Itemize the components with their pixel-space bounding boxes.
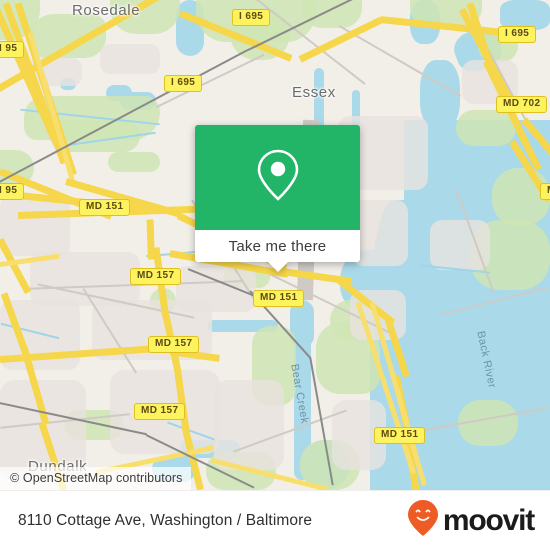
destination-callout-card[interactable]: Take me there xyxy=(195,125,360,272)
map-pin-icon xyxy=(254,147,302,208)
page-footer: 8110 Cottage Ave, Washington / Baltimore… xyxy=(0,490,550,550)
road-shield: MD 157 xyxy=(130,268,182,285)
road-shield: MD 151 xyxy=(253,290,305,307)
callout-action[interactable]: Take me there xyxy=(195,230,360,272)
road-shield: MD 702 xyxy=(496,96,548,113)
callout-pointer-tail xyxy=(266,261,289,272)
place-label: Rosedale xyxy=(72,2,141,19)
moovit-wordmark: moovit xyxy=(442,503,535,537)
road-shield: I 695 xyxy=(498,26,537,43)
road-shield: MD 151 xyxy=(79,199,131,216)
callout-header xyxy=(195,125,360,230)
moovit-pin-icon xyxy=(406,498,440,543)
callout-action-label: Take me there xyxy=(228,237,327,255)
road-shield: MD 157 xyxy=(134,403,186,420)
road-shield: I 695 xyxy=(232,9,271,26)
address-label: 8110 Cottage Ave, Washington / Baltimore xyxy=(18,511,313,529)
road-shield: MD 157 xyxy=(148,336,200,353)
map-canvas[interactable]: I 695 I 695 I 695 MD 702 I 95 I 95 MD 151 MD 15… xyxy=(0,0,550,490)
road-shield: MD xyxy=(540,183,550,200)
map-attribution[interactable]: © OpenStreetMap contributors xyxy=(0,467,191,490)
place-label: Essex xyxy=(292,84,336,101)
road-shield: I 95 xyxy=(0,183,25,200)
road-shield: I 95 xyxy=(0,41,25,58)
moovit-logo[interactable]: moovit xyxy=(406,498,535,543)
map-screen: I 695 I 695 I 695 MD 702 I 95 I 95 MD 151 MD 15… xyxy=(0,0,550,550)
road-shield: MD 151 xyxy=(374,427,426,444)
road-shield: I 695 xyxy=(164,75,203,92)
